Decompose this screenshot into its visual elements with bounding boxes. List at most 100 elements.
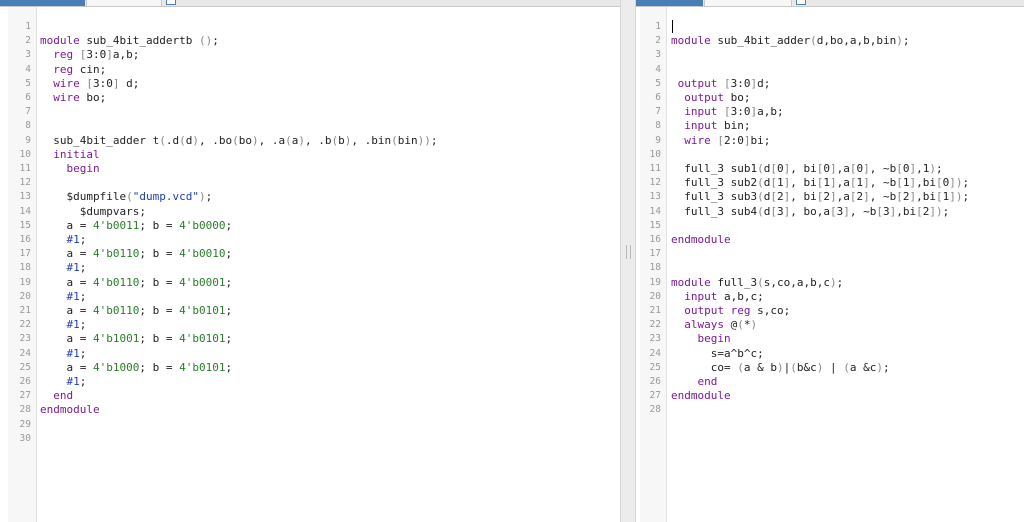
line-number: 13 [649, 191, 661, 203]
code-line[interactable]: 12 [8, 176, 620, 190]
code-line[interactable]: 19 module full_3(s,co,a,b,c); [640, 276, 1024, 290]
code-text: module full_3(s,co,a,b,c); [671, 275, 844, 289]
code-line[interactable]: 4 reg cin; [8, 63, 620, 77]
split-pane-divider[interactable] [620, 0, 636, 522]
line-number: 15 [19, 219, 31, 231]
code-line[interactable]: 4 [640, 63, 1024, 77]
code-line[interactable]: 20 input a,b,c; [640, 290, 1024, 304]
code-line[interactable]: 11 begin [8, 162, 620, 176]
code-line[interactable]: 2 module sub_4bit_adder(d,bo,a,b,bin); [640, 34, 1024, 48]
code-line[interactable]: 16 endmodule [640, 233, 1024, 247]
code-line[interactable]: 25 co= (a & b)|(b&c) | (a &c); [640, 361, 1024, 375]
code-line[interactable]: 15 a = 4'b0011; b = 4'b0000; [8, 219, 620, 233]
code-line[interactable]: 28 [640, 403, 1024, 417]
code-line[interactable]: 8 [8, 119, 620, 133]
code-text: $dumpfile("dump.vcd"); [66, 190, 213, 204]
code-text: reg cin; [53, 62, 107, 76]
code-line[interactable]: 18 [640, 261, 1024, 275]
code-line[interactable]: 9 sub_4bit_adder t(.d(d), .bo(bo), .a(a)… [8, 134, 620, 148]
line-number: 11 [649, 163, 661, 174]
code-line[interactable]: 15 [640, 219, 1024, 233]
line-number: 7 [25, 106, 31, 118]
code-line[interactable]: 5 output [3:0]d; [640, 77, 1024, 91]
line-number: 9 [655, 134, 661, 146]
code-line[interactable]: 27 endmodule [640, 389, 1024, 403]
code-line[interactable]: 10 initial [8, 148, 620, 162]
line-number: 5 [655, 77, 661, 89]
right-tab-active[interactable] [633, 0, 703, 6]
code-line[interactable]: 7 input [3:0]a,b; [640, 105, 1024, 119]
code-line[interactable]: 3 reg [3:0]a,b; [8, 48, 620, 62]
code-line[interactable]: 5 wire [3:0] d; [8, 77, 620, 91]
line-number: 9 [25, 134, 31, 146]
code-line[interactable]: 28 endmodule [8, 403, 620, 417]
line-number: 4 [25, 63, 31, 75]
code-line[interactable]: 29 [8, 418, 620, 432]
code-line[interactable]: 23 begin [640, 332, 1024, 346]
code-text: a = 4'b0110; b = 4'b0001; [66, 275, 233, 289]
code-line[interactable]: 13 $dumpfile("dump.vcd"); [8, 190, 620, 204]
code-line[interactable]: 14 $dumpvars; [8, 205, 620, 219]
code-line[interactable]: 12 full_3 sub2(d[1], bi[1],a[1], ~b[1],b… [640, 176, 1024, 190]
code-line[interactable]: 9 wire [2:0]bi; [640, 134, 1024, 148]
code-line[interactable]: 30 [8, 432, 620, 446]
line-number: 25 [649, 361, 661, 373]
line-number: 3 [25, 49, 31, 61]
code-line[interactable]: 13 full_3 sub3(d[2], bi[2],a[2], ~b[2],b… [640, 190, 1024, 204]
line-number: 27 [649, 390, 661, 402]
code-text: output bo; [684, 91, 751, 104]
testbench-editor[interactable]: 1 2 module sub_4bit_addertb (); 3 reg [3:0]… [8, 7, 620, 522]
code-line[interactable]: 3 [640, 48, 1024, 62]
code-text: wire [2:0]bi; [684, 133, 771, 147]
line-number: 24 [649, 347, 661, 359]
code-line[interactable]: 7 [8, 105, 620, 119]
code-line[interactable]: 22 #1; [8, 318, 620, 332]
code-line[interactable]: 18 #1; [8, 261, 620, 275]
code-text: input bin; [684, 119, 751, 133]
code-line[interactable]: 21 output reg s,co; [640, 304, 1024, 318]
code-line[interactable]: 2 module sub_4bit_addertb (); [8, 34, 620, 48]
line-number: 1 [655, 21, 661, 32]
line-number: 30 [19, 432, 31, 444]
code-line[interactable]: 22 always @(*) [640, 318, 1024, 332]
design-editor[interactable]: 1 2 module sub_4bit_adder(d,bo,a,b,bin); 3 4… [640, 7, 1024, 522]
line-number: 25 [19, 361, 31, 373]
divider-grip-icon[interactable] [626, 245, 631, 259]
code-line[interactable]: 27 end [8, 389, 620, 403]
line-number: 3 [655, 49, 661, 61]
code-line[interactable]: 1 [640, 20, 1024, 34]
line-number: 10 [19, 148, 31, 160]
code-line[interactable]: 1 [8, 20, 620, 34]
code-line[interactable]: 17 [640, 247, 1024, 261]
code-line[interactable]: 26 #1; [8, 375, 620, 389]
code-line[interactable]: 23 a = 4'b1001; b = 4'b0101; [8, 332, 620, 346]
right-tab-second[interactable] [704, 0, 792, 6]
code-line[interactable]: 20 #1; [8, 290, 620, 304]
code-line[interactable]: 24 #1; [8, 347, 620, 361]
left-tab-active[interactable] [0, 0, 85, 6]
left-tab-second[interactable] [86, 0, 162, 6]
code-line[interactable]: 10 [640, 148, 1024, 162]
code-line[interactable]: 17 a = 4'b0110; b = 4'b0010; [8, 247, 620, 261]
code-text: input [3:0]a,b; [684, 105, 784, 119]
code-line[interactable]: 19 a = 4'b0110; b = 4'b0001; [8, 276, 620, 290]
code-text: a = 4'b0011; b = 4'b0000; [66, 218, 233, 232]
code-line[interactable]: 25 a = 4'b1000; b = 4'b0101; [8, 361, 620, 375]
code-line[interactable]: 21 a = 4'b0110; b = 4'b0101; [8, 304, 620, 318]
code-text: #1; [66, 289, 87, 303]
code-text: full_3 sub1(d[0], bi[0],a[0], ~b[0],1); [684, 162, 943, 175]
code-text: module sub_4bit_adder(d,bo,a,b,bin); [671, 34, 910, 48]
code-line[interactable]: 6 wire bo; [8, 91, 620, 105]
code-line[interactable]: 16 #1; [8, 233, 620, 247]
code-line[interactable]: 24 s=a^b^c; [640, 347, 1024, 361]
right-tab-add-icon[interactable] [796, 0, 806, 5]
left-tab-add-icon[interactable] [166, 0, 176, 5]
code-line[interactable]: 11 full_3 sub1(d[0], bi[0],a[0], ~b[0],1… [640, 162, 1024, 176]
code-text: initial [53, 147, 100, 161]
code-line[interactable]: 14 full_3 sub4(d[3], bo,a[3], ~b[3],bi[2… [640, 205, 1024, 219]
line-number: 4 [655, 63, 661, 75]
code-line[interactable]: 8 input bin; [640, 119, 1024, 133]
code-line[interactable]: 26 end [640, 375, 1024, 389]
line-number: 17 [19, 248, 31, 260]
code-line[interactable]: 6 output bo; [640, 91, 1024, 105]
